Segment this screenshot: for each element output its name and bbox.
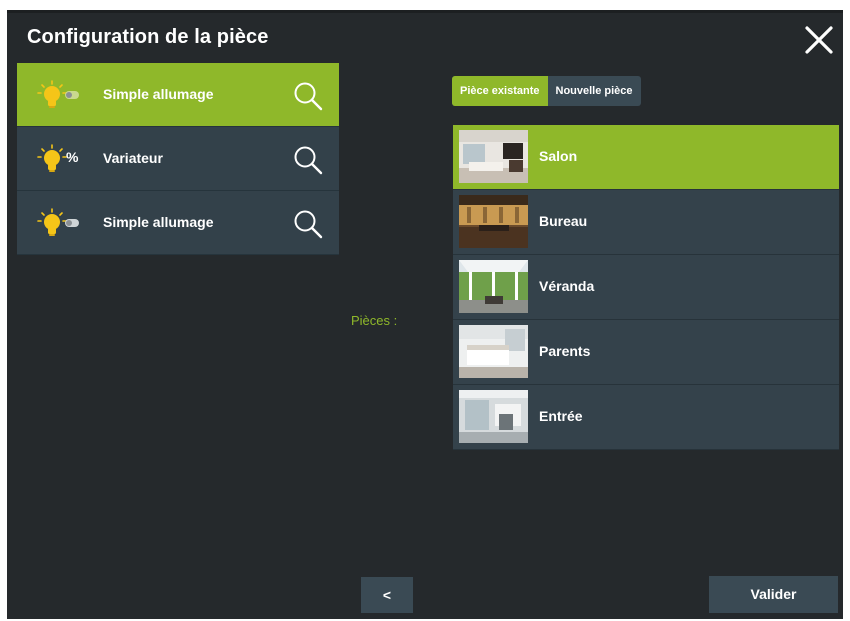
room-label: Entrée bbox=[539, 408, 583, 424]
device-label: Simple allumage bbox=[103, 214, 214, 230]
room-thumbnail-image bbox=[459, 195, 528, 248]
tab-existing-room[interactable]: Pièce existante bbox=[452, 76, 548, 106]
search-icon[interactable] bbox=[292, 208, 324, 240]
device-item-simple-allumage-2[interactable]: Simple allumage bbox=[17, 191, 339, 255]
device-list: Simple allumage % Variateur Simple allum… bbox=[17, 63, 339, 255]
light-bulb-icon bbox=[37, 80, 67, 108]
room-list: Salon Bureau Véranda Parents Entrée bbox=[453, 125, 839, 450]
room-item-entree[interactable]: Entrée bbox=[453, 385, 839, 450]
room-item-veranda[interactable]: Véranda bbox=[453, 255, 839, 320]
room-config-dialog: Configuration de la pièce Simple allumag… bbox=[7, 10, 843, 619]
device-item-variateur[interactable]: % Variateur bbox=[17, 127, 339, 191]
dialog-title: Configuration de la pièce bbox=[27, 26, 269, 48]
room-tabs: Pièce existante Nouvelle pièce bbox=[452, 76, 641, 106]
room-thumbnail-image bbox=[459, 130, 528, 183]
room-thumbnail-image bbox=[459, 325, 528, 378]
room-item-parents[interactable]: Parents bbox=[453, 320, 839, 385]
close-icon[interactable] bbox=[803, 24, 835, 56]
room-label: Véranda bbox=[539, 278, 595, 294]
device-label: Simple allumage bbox=[103, 86, 214, 102]
device-item-simple-allumage-1[interactable]: Simple allumage bbox=[17, 63, 339, 127]
tab-new-room[interactable]: Nouvelle pièce bbox=[548, 76, 641, 106]
light-bulb-icon bbox=[37, 144, 67, 172]
toggle-switch-icon bbox=[65, 219, 79, 227]
toggle-switch-icon bbox=[65, 91, 79, 99]
search-icon[interactable] bbox=[292, 80, 324, 112]
top-border bbox=[7, 10, 843, 13]
percent-icon: % bbox=[66, 149, 79, 165]
validate-button[interactable]: Valider bbox=[709, 576, 838, 613]
room-item-bureau[interactable]: Bureau bbox=[453, 190, 839, 255]
room-thumbnail-image bbox=[459, 390, 528, 443]
room-label: Salon bbox=[539, 148, 578, 164]
rooms-label: Pièces : bbox=[351, 313, 398, 328]
room-item-salon[interactable]: Salon bbox=[453, 125, 839, 190]
room-thumbnail-image bbox=[459, 260, 528, 313]
device-label: Variateur bbox=[103, 150, 163, 166]
search-icon[interactable] bbox=[292, 144, 324, 176]
light-bulb-icon bbox=[37, 208, 67, 236]
back-button[interactable]: < bbox=[361, 577, 413, 613]
room-label: Bureau bbox=[539, 213, 588, 229]
room-label: Parents bbox=[539, 343, 591, 359]
